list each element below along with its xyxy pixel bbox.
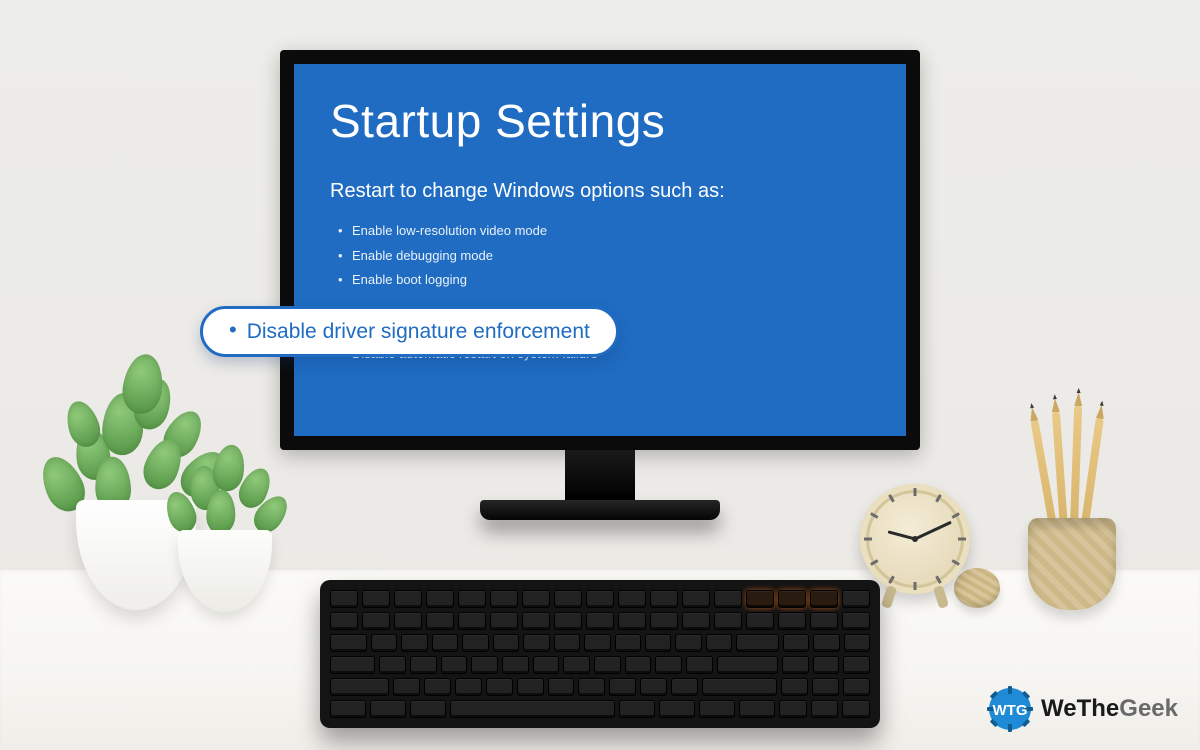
foliage (150, 404, 300, 544)
brand-text-a: WeThe (1041, 695, 1119, 722)
brand-text-b: Geek (1119, 695, 1178, 722)
gear-icon: WTG (987, 686, 1033, 732)
plant-pot (178, 530, 272, 612)
pencil-cup (1028, 518, 1116, 610)
scene: Startup Settings Restart to change Windo… (0, 0, 1200, 750)
option-item[interactable]: Enable low-resolution video mode (338, 219, 870, 244)
startup-settings-screen: Startup Settings Restart to change Windo… (294, 64, 906, 436)
page-title: Startup Settings (330, 94, 870, 148)
monitor-neck (565, 450, 635, 500)
option-item[interactable]: Enable debugging mode (338, 244, 870, 269)
clock-face (860, 484, 970, 594)
watermark-logo: WTG WeTheGeek (987, 686, 1178, 732)
plant-small (150, 412, 300, 612)
badge-text: WTG (993, 702, 1028, 719)
monitor: Startup Settings Restart to change Windo… (280, 50, 920, 520)
monitor-bezel: Startup Settings Restart to change Windo… (280, 50, 920, 450)
clock-minute-hand (914, 521, 952, 541)
monitor-base (480, 500, 720, 520)
page-subtitle: Restart to change Windows options such a… (330, 180, 870, 203)
option-item[interactable]: Enable boot logging (338, 268, 870, 293)
keyboard[interactable] (320, 580, 880, 728)
pencil-holder (1022, 440, 1122, 610)
highlighted-option-callout[interactable]: Disable driver signature enforcement (200, 306, 619, 357)
clock-legs (880, 590, 950, 608)
